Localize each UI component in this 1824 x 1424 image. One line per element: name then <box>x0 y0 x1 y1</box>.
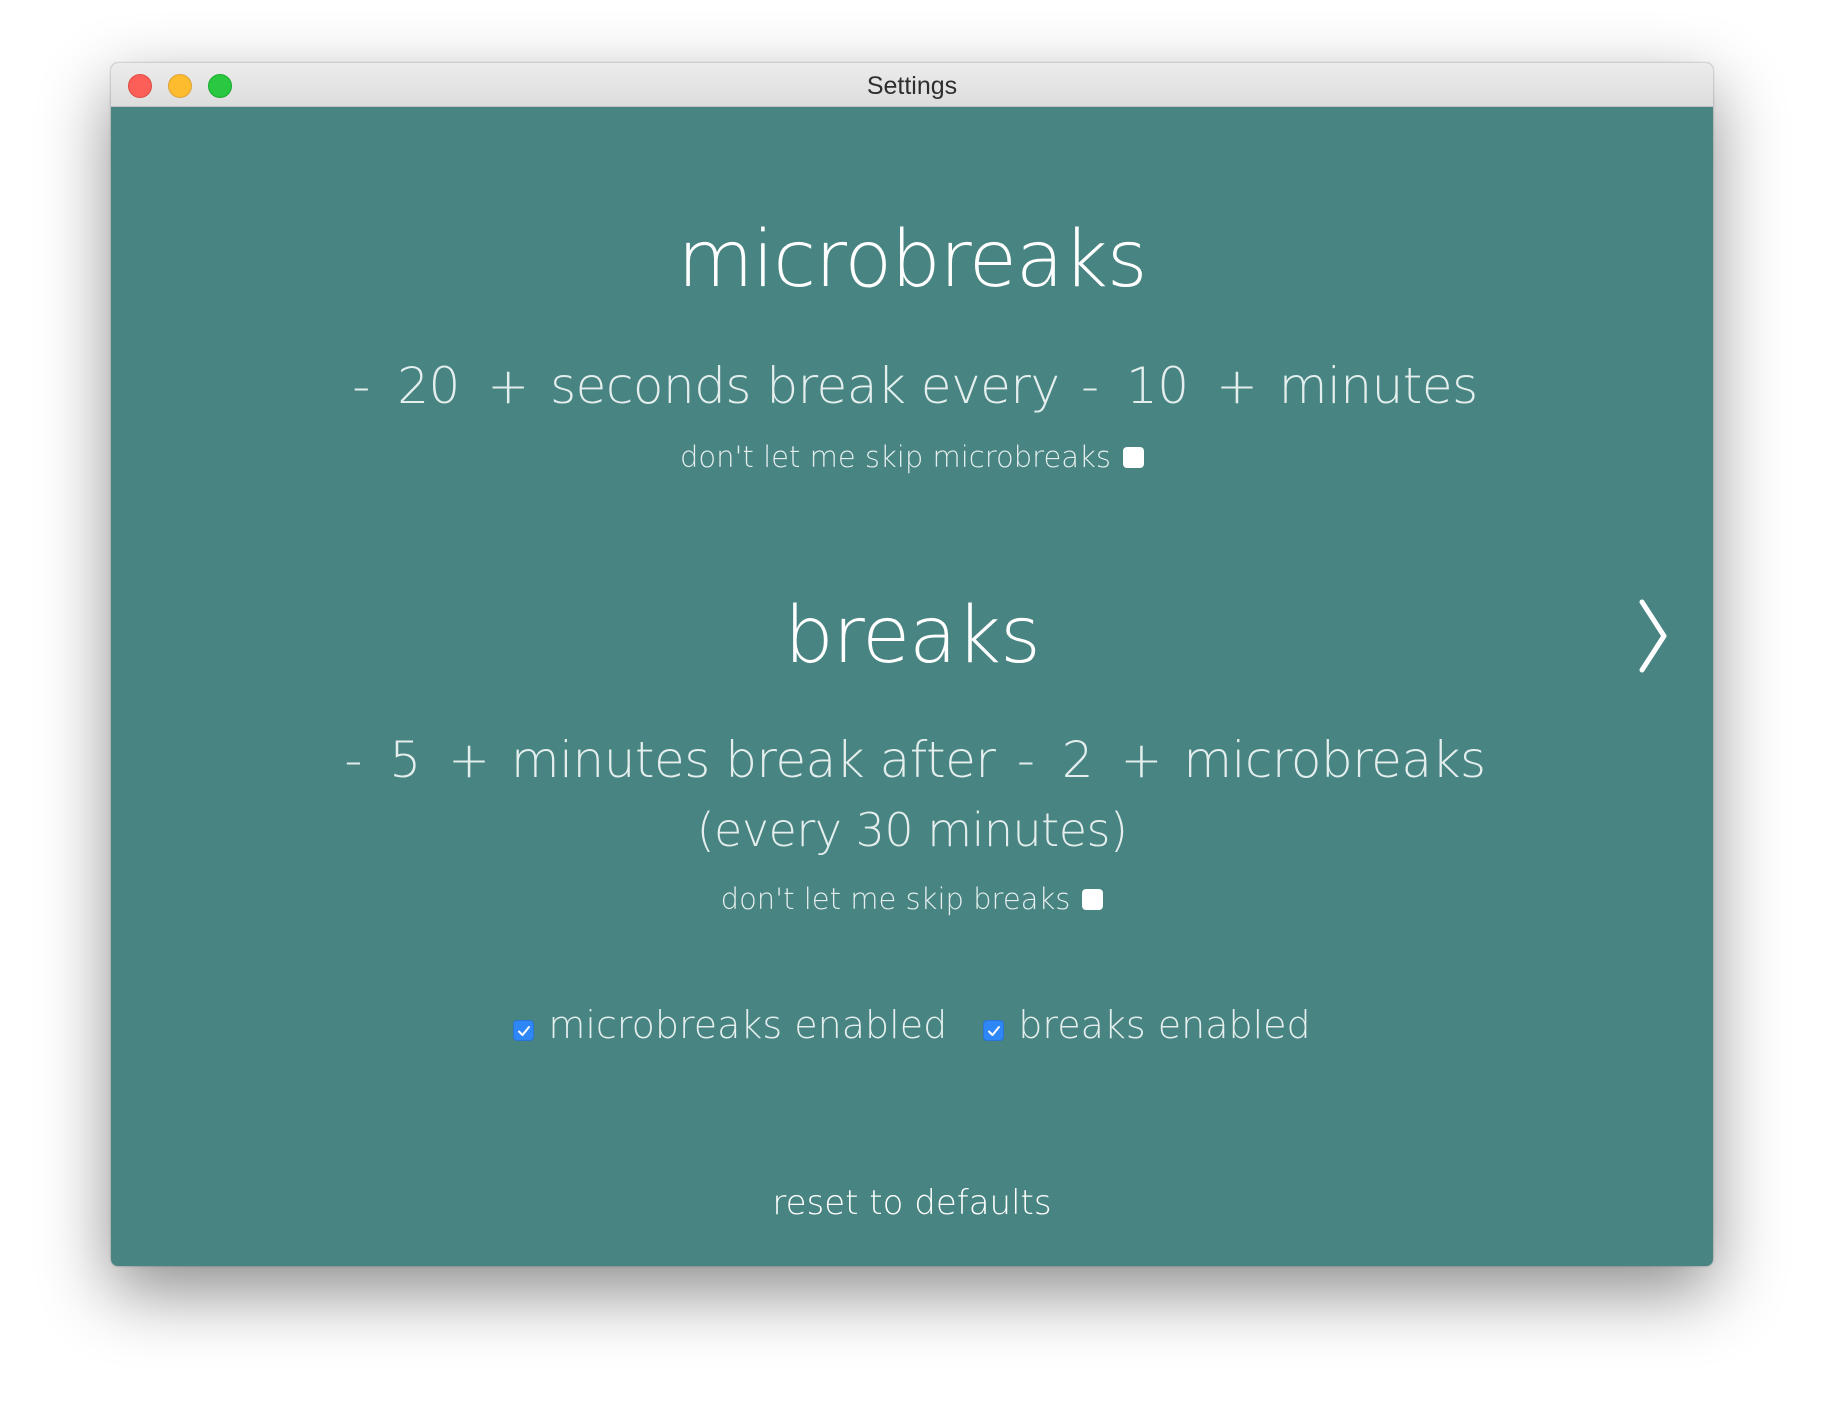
settings-window: Settings microbreaks - 20 + seconds brea… <box>111 63 1713 1266</box>
microbreak-duration-decrement-button[interactable]: - <box>346 357 376 415</box>
microbreaks-strict-checkbox[interactable] <box>1122 446 1144 468</box>
break-duration-value: 5 <box>389 731 421 789</box>
breaks-settings-row: - 5 + minutes break after - 2 + microbre… <box>111 731 1713 789</box>
break-interval-unit: microbreaks <box>1183 731 1486 789</box>
microbreaks-strict-label: don't let me skip microbreaks <box>680 440 1111 474</box>
checkmark-icon <box>518 1026 531 1036</box>
breaks-strict-checkbox[interactable] <box>1082 888 1104 910</box>
enable-toggles-row: microbreaks enabled breaks enabled <box>111 1003 1713 1047</box>
breaks-enabled-checkbox[interactable] <box>983 1020 1005 1041</box>
breaks-heading: breaks <box>784 591 1040 681</box>
microbreaks-enabled-label: microbreaks enabled <box>548 1003 948 1047</box>
break-interval-value: 2 <box>1061 731 1094 789</box>
microbreaks-settings-row: - 20 + seconds break every - 10 + minute… <box>111 357 1713 415</box>
microbreak-interval-increment-button[interactable]: + <box>1210 357 1263 415</box>
microbreak-interval-value: 10 <box>1125 357 1189 415</box>
title-bar[interactable]: Settings <box>111 63 1713 107</box>
microbreaks-strict-row: don't let me skip microbreaks <box>111 440 1713 474</box>
breaks-enabled-toggle[interactable]: breaks enabled <box>983 1003 1311 1047</box>
break-duration-increment-button[interactable]: + <box>442 731 495 789</box>
break-interval-decrement-button[interactable]: - <box>1011 731 1041 789</box>
microbreak-duration-unit: seconds break every <box>550 357 1060 415</box>
settings-content: microbreaks - 20 + seconds break every -… <box>111 107 1713 1266</box>
microbreaks-enabled-toggle[interactable]: microbreaks enabled <box>513 1003 947 1047</box>
breaks-strict-label: don't let me skip breaks <box>720 882 1071 916</box>
reset-to-defaults-link[interactable]: reset to defaults <box>772 1183 1051 1223</box>
microbreaks-enabled-checkbox[interactable] <box>513 1020 535 1041</box>
microbreak-duration-increment-button[interactable]: + <box>481 357 534 415</box>
breaks-enabled-label: breaks enabled <box>1018 1003 1311 1047</box>
microbreaks-heading: microbreaks <box>677 215 1147 305</box>
microbreak-interval-unit: minutes <box>1278 357 1478 415</box>
checkmark-icon <box>988 1026 1001 1036</box>
breaks-strict-row: don't let me skip breaks <box>111 882 1713 916</box>
break-duration-decrement-button[interactable]: - <box>338 731 368 789</box>
microbreak-duration-value: 20 <box>397 357 460 415</box>
window-title: Settings <box>866 72 958 100</box>
microbreak-interval-decrement-button[interactable]: - <box>1075 357 1105 415</box>
chevron-right-icon[interactable] <box>1634 598 1674 674</box>
break-duration-unit: minutes break after <box>510 731 996 789</box>
breaks-summary: (every 30 minutes) <box>696 803 1128 857</box>
break-interval-increment-button[interactable]: + <box>1115 731 1168 789</box>
reset-row: reset to defaults <box>111 1183 1713 1223</box>
